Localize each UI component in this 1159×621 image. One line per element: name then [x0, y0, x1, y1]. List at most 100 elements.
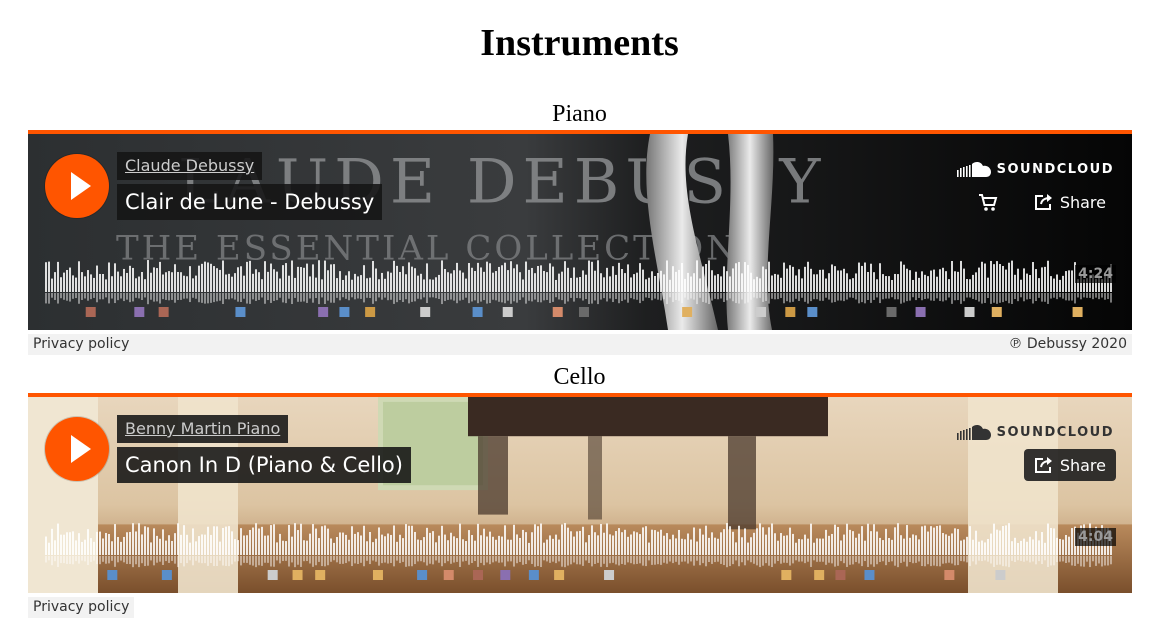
commenter-avatar[interactable] — [315, 570, 326, 580]
soundcloud-logo[interactable]: SOUNDCLOUD — [956, 160, 1114, 178]
commenter-avatar[interactable] — [292, 570, 303, 580]
waveform[interactable] — [45, 515, 1115, 585]
commenter-avatar[interactable] — [604, 570, 615, 580]
waveform-bar — [930, 270, 932, 292]
commenter-avatar[interactable] — [864, 570, 875, 580]
waveform-bar — [369, 277, 371, 292]
waveform-bar-reflection — [339, 293, 341, 301]
commenter-avatar[interactable] — [372, 570, 383, 580]
waveform-bar — [888, 538, 890, 555]
artist-link[interactable]: Benny Martin Piano — [117, 415, 289, 443]
cart-icon[interactable] — [976, 190, 1000, 214]
artist-link[interactable]: Claude Debussy — [117, 152, 263, 180]
waveform-bar-reflection — [381, 556, 383, 564]
waveform-bar-reflection — [249, 556, 251, 565]
commenter-avatar[interactable] — [835, 570, 846, 580]
commenter-avatar[interactable] — [158, 307, 169, 317]
waveform-bar-reflection — [1104, 556, 1106, 566]
waveform-bar-reflection — [132, 556, 134, 568]
waveform-bar-reflection — [372, 293, 374, 304]
waveform-bar-reflection — [450, 293, 452, 300]
commenter-avatar[interactable] — [995, 570, 1006, 580]
commenter-avatar[interactable] — [473, 570, 484, 580]
commenter-avatar[interactable] — [991, 307, 1002, 317]
commenter-avatar[interactable] — [134, 307, 145, 317]
waveform-bar-reflection — [693, 556, 695, 566]
soundcloud-player-cello: Benny Martin Piano Canon In D (Piano & C… — [28, 393, 1132, 593]
waveform-bar — [816, 538, 818, 555]
commenter-avatar[interactable] — [755, 307, 766, 317]
waveform-bar-reflection — [555, 556, 557, 564]
commenter-avatar[interactable] — [107, 570, 118, 580]
waveform-bar — [936, 525, 938, 555]
commenter-avatar[interactable] — [235, 307, 246, 317]
waveform-bar — [531, 267, 533, 292]
commenter-avatar[interactable] — [807, 307, 818, 317]
commenter-avatar[interactable] — [1072, 307, 1083, 317]
waveform-bar-reflection — [1050, 556, 1052, 566]
commenter-avatar[interactable] — [339, 307, 350, 317]
commenter-avatar[interactable] — [267, 570, 278, 580]
commenter-avatar[interactable] — [785, 307, 796, 317]
commenter-avatar[interactable] — [552, 307, 563, 317]
waveform-bar — [1065, 271, 1067, 292]
waveform-bar — [492, 272, 494, 292]
waveform-bar-reflection — [879, 293, 881, 304]
commenter-avatar[interactable] — [554, 570, 565, 580]
commenter-avatar[interactable] — [964, 307, 975, 317]
waveform-bar-reflection — [90, 556, 92, 562]
play-button[interactable] — [45, 154, 109, 218]
share-button[interactable]: Share — [1023, 449, 1116, 481]
commenter-avatar[interactable] — [318, 307, 329, 317]
commenter-avatar[interactable] — [781, 570, 792, 580]
commenter-avatar[interactable] — [420, 307, 431, 317]
waveform-bar — [609, 534, 611, 555]
waveform-bar — [687, 533, 689, 555]
waveform-bar-reflection — [966, 556, 968, 563]
waveform-bar — [279, 533, 281, 555]
waveform-bar-reflection — [453, 293, 455, 301]
share-button[interactable]: Share — [1024, 186, 1116, 218]
commenter-avatar[interactable] — [443, 570, 454, 580]
privacy-policy-link[interactable]: Privacy policy — [33, 336, 129, 352]
commenter-avatar[interactable] — [365, 307, 376, 317]
waveform-bar — [804, 534, 806, 555]
play-button[interactable] — [45, 417, 109, 481]
track-title[interactable]: Canon In D (Piano & Cello) — [117, 447, 411, 483]
waveform-bar-reflection — [786, 293, 788, 302]
waveform-bar — [558, 539, 560, 555]
waveform-bar-reflection — [951, 293, 953, 304]
commenter-avatar[interactable] — [85, 307, 96, 317]
waveform-bar-reflection — [276, 293, 278, 301]
privacy-policy-link[interactable]: Privacy policy — [28, 597, 135, 618]
waveform-bar-reflection — [885, 556, 887, 566]
commenter-avatar[interactable] — [886, 307, 897, 317]
commenter-avatar[interactable] — [578, 307, 589, 317]
track-title[interactable]: Clair de Lune - Debussy — [117, 184, 383, 220]
waveform-bar-reflection — [345, 556, 347, 564]
waveform-bar — [609, 276, 611, 292]
waveform-bar-reflection — [573, 556, 575, 563]
waveform-bar — [195, 541, 197, 555]
waveform-bar — [528, 269, 530, 292]
commenter-avatar[interactable] — [161, 570, 172, 580]
waveform-bar-reflection — [1017, 293, 1019, 302]
commenter-avatar[interactable] — [528, 570, 539, 580]
commenter-avatar[interactable] — [814, 570, 825, 580]
waveform[interactable] — [45, 252, 1115, 322]
waveform-bar — [405, 524, 407, 555]
commenter-avatar[interactable] — [502, 307, 513, 317]
waveform-bar-reflection — [954, 556, 956, 566]
waveform-bar — [540, 523, 542, 555]
commenter-avatar[interactable] — [915, 307, 926, 317]
soundcloud-logo[interactable]: SOUNDCLOUD — [956, 423, 1114, 441]
commenter-avatar[interactable] — [682, 307, 693, 317]
commenter-avatar[interactable] — [944, 570, 955, 580]
waveform-bar — [504, 525, 506, 555]
commenter-avatar[interactable] — [417, 570, 428, 580]
commenter-avatar[interactable] — [500, 570, 511, 580]
waveform-bar — [1014, 537, 1016, 555]
commenter-avatar[interactable] — [472, 307, 483, 317]
waveform-bar-reflection — [603, 293, 605, 299]
waveform-bar — [987, 538, 989, 555]
